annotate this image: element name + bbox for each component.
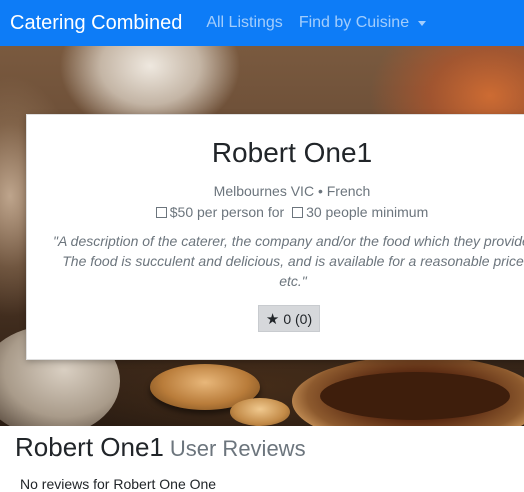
checkbox-square-icon	[155, 207, 167, 218]
nav-dropdown-label: Find by Cuisine	[298, 14, 410, 31]
reviews-heading: Robert One1 User Reviews	[15, 432, 306, 463]
caterer-location-cuisine: Melbournes VIC • French	[213, 183, 371, 199]
caterer-description-line: The food is succulent and delicious, and…	[62, 253, 524, 269]
caterer-name: Robert One1	[211, 137, 373, 168]
hero-food-decoration	[320, 372, 510, 420]
caterer-description: "A description of the caterer, the compa…	[53, 231, 524, 291]
checkbox-square-icon	[292, 207, 304, 218]
caterer-description-line: etc."	[279, 273, 307, 289]
navbar: Catering Combined All Listings Find by C…	[0, 0, 524, 46]
nav-link-all-listings[interactable]: All Listings	[206, 14, 282, 32]
caterer-price-text: $50 per person for	[169, 204, 285, 220]
navbar-brand[interactable]: Catering Combined	[10, 12, 182, 35]
rating-label: 0 (0)	[283, 310, 313, 327]
caterer-card: Robert One1 Melbournes VIC • French $50 …	[26, 114, 524, 360]
no-reviews-message: No reviews for Robert One One	[20, 476, 217, 492]
caterer-minimum-text: 30 people minimum	[306, 204, 429, 220]
caterer-description-line: "A description of the caterer, the compa…	[53, 233, 524, 249]
rating-button[interactable]: ★ 0 (0)	[258, 305, 320, 332]
caterer-pricing: $50 per person for 30 people minimum	[27, 204, 524, 220]
caret-down-icon	[418, 20, 427, 26]
hero-small-bowl-decoration	[230, 398, 290, 426]
star-icon: ★	[265, 310, 280, 328]
reviews-heading-subtitle: User Reviews	[169, 436, 306, 461]
nav-dropdown-find-by-cuisine[interactable]: Find by Cuisine	[298, 14, 427, 32]
reviews-heading-name: Robert One1	[15, 432, 164, 462]
